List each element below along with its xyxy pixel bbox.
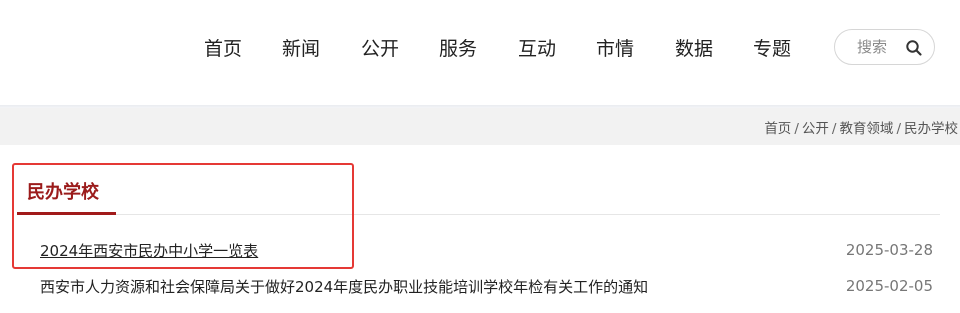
nav-item-services[interactable]: 服务 — [439, 34, 477, 61]
search-icon[interactable] — [905, 39, 923, 57]
nav-item-topics[interactable]: 专题 — [753, 34, 791, 61]
nav-item-home[interactable]: 首页 — [204, 34, 242, 61]
breadcrumb-separator: / — [794, 121, 799, 137]
list-item-link[interactable]: 2024年西安市民办中小学一览表 — [40, 240, 258, 261]
list-item: 2024年西安市民办中小学一览表 2025-03-28 — [40, 240, 933, 262]
breadcrumb-separator: / — [831, 121, 837, 137]
nav-item-public[interactable]: 公开 — [361, 34, 399, 61]
breadcrumb-bar: 首页 / 公开 / 教育领域 / 民办学校 — [0, 108, 960, 145]
list-item-date: 2025-02-05 — [845, 277, 933, 295]
nav-item-news[interactable]: 新闻 — [282, 34, 320, 61]
section-divider — [116, 214, 940, 215]
breadcrumb-education[interactable]: 教育领域 — [839, 121, 893, 137]
nav-item-interaction[interactable]: 互动 — [518, 34, 556, 61]
search-box[interactable] — [834, 29, 935, 65]
search-input[interactable] — [857, 38, 909, 56]
list-item-link[interactable]: 西安市人力资源和社会保障局关于做好2024年度民办职业技能培训学校年检有关工作的… — [40, 276, 648, 297]
breadcrumb: 首页 / 公开 / 教育领域 / 民办学校 — [764, 117, 958, 137]
top-navigation-bar: 首页 新闻 公开 服务 互动 市情 数据 专题 — [0, 0, 960, 106]
breadcrumb-home[interactable]: 首页 — [764, 121, 791, 137]
section-title: 民办学校 — [27, 182, 99, 203]
breadcrumb-public[interactable]: 公开 — [802, 121, 829, 137]
breadcrumb-separator: / — [896, 121, 901, 137]
nav-item-city-info[interactable]: 市情 — [596, 34, 634, 61]
section-title-underline — [17, 212, 116, 215]
breadcrumb-private-schools[interactable]: 民办学校 — [904, 121, 958, 137]
list-item-date: 2025-03-28 — [845, 241, 933, 259]
nav-item-data[interactable]: 数据 — [675, 34, 713, 61]
list-item: 西安市人力资源和社会保障局关于做好2024年度民办职业技能培训学校年检有关工作的… — [40, 276, 933, 298]
